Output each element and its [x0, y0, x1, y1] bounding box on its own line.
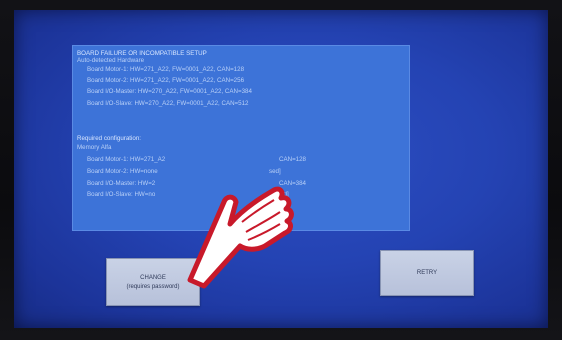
retry-button-label: RETRY — [416, 270, 438, 276]
detected-board-io-master: Board I/O-Master: HW=270_A22, FW=0001_A2… — [87, 88, 252, 95]
required-board-motor-1: Board Motor-1: HW=271_A2 — [87, 156, 166, 163]
error-title: BOARD FAILURE OR INCOMPATIBLE SETUP — [77, 50, 207, 57]
required-board-io-slave: Board I/O-Slave: HW=no — [87, 191, 156, 198]
change-button-label: CHANGE — [140, 274, 166, 281]
required-configuration-heading: Required configuration: — [77, 135, 141, 142]
required-board-io-master: Board I/O-Master: HW=2 — [87, 180, 156, 187]
touch-screen: BOARD FAILURE OR INCOMPATIBLE SETUP Auto… — [14, 10, 548, 328]
required-board-motor-2: Board Motor-2: HW=none — [87, 168, 158, 175]
retry-button[interactable]: RETRY — [380, 250, 474, 296]
detected-board-motor-1: Board Motor-1: HW=271_A22, FW=0001_A22, … — [87, 66, 245, 73]
memory-name: Memory Alfa — [77, 144, 112, 151]
detected-board-io-slave: Board I/O-Slave: HW=270_A22, FW=0001_A22… — [87, 100, 249, 107]
detected-hardware-heading: Auto-detected Hardware — [77, 57, 145, 64]
detected-board-motor-2: Board Motor-2: HW=271_A22, FW=0001_A22, … — [87, 77, 245, 84]
pointing-hand-icon — [187, 186, 294, 289]
